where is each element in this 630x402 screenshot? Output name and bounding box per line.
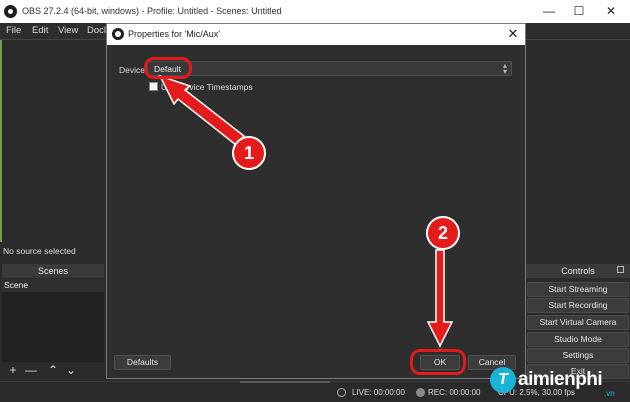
highlight-ring-default — [144, 57, 192, 79]
dialog-titlebar: Properties for 'Mic/Aux' ✕ — [107, 24, 525, 45]
no-source-label: No source selected — [3, 246, 76, 256]
start-recording-button[interactable]: Start Recording — [527, 298, 629, 313]
menu-view[interactable]: View — [58, 25, 78, 36]
watermark: T aimienphi .vn — [490, 363, 628, 399]
device-label: Device — [119, 65, 145, 75]
highlight-ring-ok — [410, 349, 466, 375]
chevron-updown-icon: ▴ ▾ — [502, 61, 507, 76]
obs-logo-icon — [4, 5, 17, 18]
move-down-icon[interactable]: ⌄ — [64, 363, 78, 377]
move-up-icon[interactable]: ⌃ — [46, 363, 60, 377]
dock-float-icon[interactable] — [617, 266, 624, 273]
preview-edge — [0, 40, 2, 242]
rec-timer: REC: 00:00:00 — [428, 388, 481, 397]
use-device-timestamps-checkbox[interactable] — [149, 82, 158, 91]
live-timer: LIVE: 00:00:00 — [352, 388, 405, 397]
dialog-title: Properties for 'Mic/Aux' — [128, 29, 220, 39]
dialog-close-button[interactable]: ✕ — [505, 26, 521, 42]
controls-dock-header: Controls — [526, 264, 630, 278]
defaults-button[interactable]: Defaults — [114, 355, 171, 370]
menu-docks[interactable]: Docl — [87, 25, 106, 36]
studio-mode-button[interactable]: Studio Mode — [527, 332, 629, 347]
scene-toolbar: + — ⌃ ⌄ — [2, 362, 104, 380]
device-select[interactable]: Default ▴ ▾ — [147, 61, 512, 76]
start-streaming-button[interactable]: Start Streaming — [527, 282, 629, 297]
start-virtual-camera-button[interactable]: Start Virtual Camera — [527, 315, 629, 330]
scenes-dock-header: Scenes — [2, 264, 104, 278]
main-titlebar: OBS 27.2.4 (64-bit, windows) - Profile: … — [0, 0, 630, 23]
rec-indicator-icon — [416, 388, 425, 397]
obs-logo-icon — [112, 28, 124, 40]
menu-file[interactable]: File — [6, 25, 21, 36]
menu-edit[interactable]: Edit — [32, 25, 48, 36]
step-2-badge: 2 — [426, 216, 460, 250]
use-device-timestamps-label: Use Device Timestamps — [161, 82, 253, 92]
watermark-tld: .vn — [604, 389, 615, 398]
scenes-list[interactable]: Scene — [2, 279, 104, 362]
maximize-button[interactable]: ☐ — [564, 0, 594, 23]
horizontal-scrollbar[interactable] — [240, 381, 330, 383]
settings-button[interactable]: Settings — [527, 348, 629, 363]
scene-item[interactable]: Scene — [2, 279, 104, 292]
watermark-text: aimienphi — [518, 369, 603, 390]
live-indicator-icon — [337, 388, 346, 397]
minimize-button[interactable]: — — [534, 0, 564, 23]
window-title: OBS 27.2.4 (64-bit, windows) - Profile: … — [22, 6, 282, 16]
add-scene-icon[interactable]: + — [6, 363, 20, 377]
taimienphi-logo-icon: T — [490, 367, 516, 393]
remove-scene-icon[interactable]: — — [24, 363, 38, 377]
close-window-button[interactable]: ✕ — [596, 0, 626, 23]
step-1-badge: 1 — [232, 136, 266, 170]
